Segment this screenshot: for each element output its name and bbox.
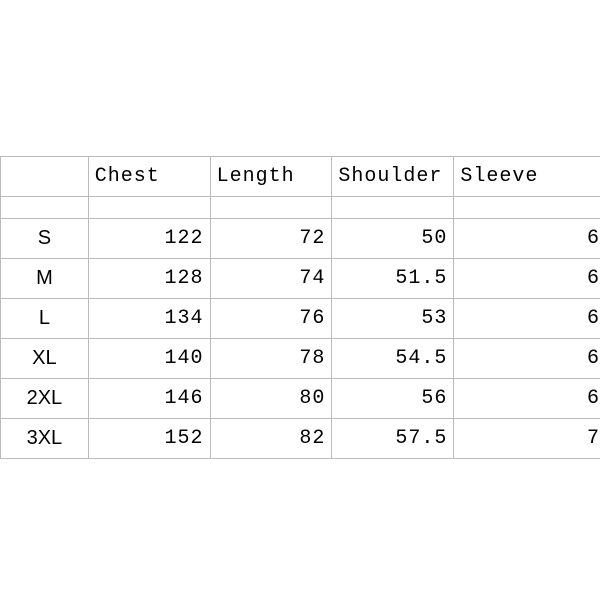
cell-shoulder: 50 — [332, 219, 454, 259]
size-label: XL — [1, 339, 89, 379]
cell-sleeve: 67 — [454, 299, 600, 339]
header-row: Chest Length Shoulder Sleeve — [1, 157, 600, 197]
size-label: 2XL — [1, 379, 89, 419]
table-row: 2XL 146 80 56 69 — [1, 379, 600, 419]
cell-chest: 122 — [88, 219, 210, 259]
table-row: 3XL 152 82 57.5 70 — [1, 419, 600, 459]
cell-chest: 152 — [88, 419, 210, 459]
cell-shoulder: 51.5 — [332, 259, 454, 299]
cell-chest: 134 — [88, 299, 210, 339]
cell-shoulder: 56 — [332, 379, 454, 419]
cell-chest: 128 — [88, 259, 210, 299]
cell-sleeve: 69 — [454, 379, 600, 419]
table-row: L 134 76 53 67 — [1, 299, 600, 339]
table-row: S 122 72 50 65 — [1, 219, 600, 259]
size-label: L — [1, 299, 89, 339]
size-chart-table: Chest Length Shoulder Sleeve S 122 72 50… — [0, 156, 600, 459]
size-label: M — [1, 259, 89, 299]
cell-shoulder: 54.5 — [332, 339, 454, 379]
cell-shoulder: 57.5 — [332, 419, 454, 459]
cell-length: 76 — [210, 299, 332, 339]
header-blank — [1, 157, 89, 197]
cell-length: 80 — [210, 379, 332, 419]
cell-length: 82 — [210, 419, 332, 459]
cell-sleeve: 65 — [454, 219, 600, 259]
cell-chest: 140 — [88, 339, 210, 379]
cell-sleeve: 68 — [454, 339, 600, 379]
cell-length: 74 — [210, 259, 332, 299]
header-shoulder: Shoulder — [332, 157, 454, 197]
table-row: M 128 74 51.5 66 — [1, 259, 600, 299]
cell-length: 72 — [210, 219, 332, 259]
cell-sleeve: 70 — [454, 419, 600, 459]
cell-length: 78 — [210, 339, 332, 379]
header-chest: Chest — [88, 157, 210, 197]
cell-shoulder: 53 — [332, 299, 454, 339]
size-label: S — [1, 219, 89, 259]
cell-sleeve: 66 — [454, 259, 600, 299]
header-length: Length — [210, 157, 332, 197]
header-sleeve: Sleeve — [454, 157, 600, 197]
size-label: 3XL — [1, 419, 89, 459]
cell-chest: 146 — [88, 379, 210, 419]
table-row: XL 140 78 54.5 68 — [1, 339, 600, 379]
spacer-row — [1, 197, 600, 219]
